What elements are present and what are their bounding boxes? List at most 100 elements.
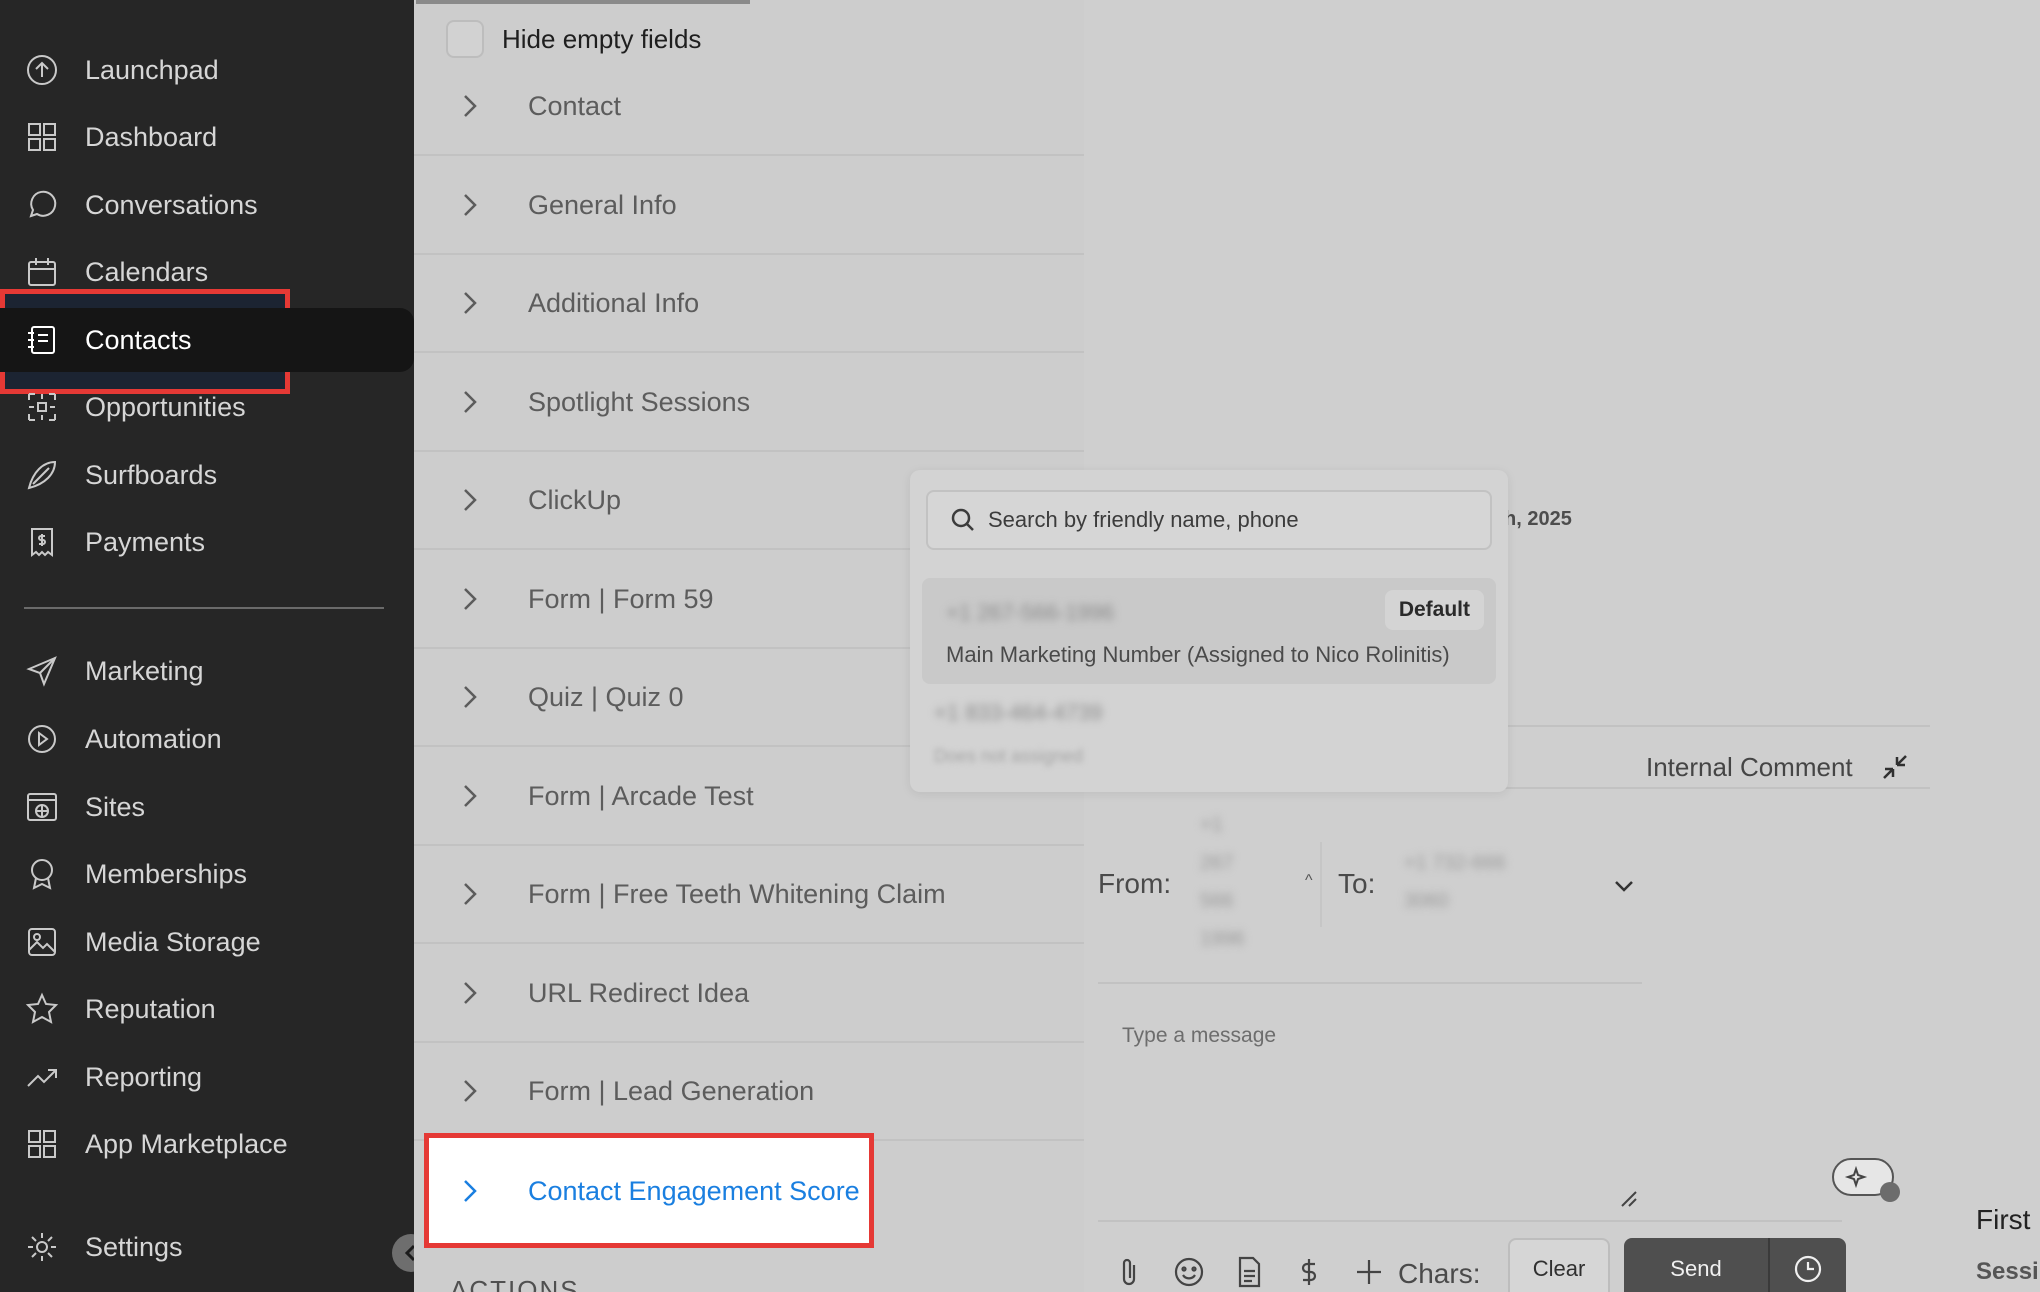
sidebar-item-sites[interactable]: Sites: [0, 775, 414, 839]
option-description: Main Marketing Number (Assigned to Nico …: [946, 642, 1450, 667]
chevron-down-icon[interactable]: [1610, 872, 1638, 900]
sidebar-item-label: Media Storage: [85, 926, 261, 957]
internal-comment-tab[interactable]: Internal Comment: [1646, 752, 1853, 783]
chevron-right-icon: [454, 91, 484, 121]
hide-empty-fields-toggle[interactable]: Hide empty fields: [446, 20, 701, 58]
attachment-icon[interactable]: [1112, 1255, 1146, 1289]
chevron-right-icon: [454, 879, 484, 909]
section-additional-info[interactable]: Additional Info: [414, 255, 1084, 353]
sidebar-item-opportunities[interactable]: Opportunities: [0, 375, 414, 439]
sidebar-item-settings[interactable]: Settings: [0, 1215, 414, 1279]
to-number[interactable]: 3060: [1404, 890, 1449, 913]
sidebar-item-label: Reporting: [85, 1061, 203, 1092]
dollar-icon[interactable]: [1292, 1255, 1326, 1289]
chevron-right-icon: [454, 288, 484, 318]
section-label: Form | Form 59: [528, 583, 714, 614]
section-label: Form | Free Teeth Whitening Claim: [528, 878, 946, 909]
hide-empty-checkbox[interactable]: [446, 20, 484, 58]
hide-empty-label: Hide empty fields: [502, 23, 702, 54]
sidebar-item-label: Conversations: [85, 189, 258, 220]
chars-counter: Chars:: [1398, 1258, 1481, 1289]
sidebar-item-label: Surfboards: [85, 459, 218, 490]
from-number[interactable]: 566: [1200, 890, 1233, 913]
chevron-right-icon: [454, 1176, 484, 1206]
chevron-right-icon: [454, 485, 484, 515]
sidebar-item-label: Memberships: [85, 858, 248, 889]
clock-icon: [1794, 1255, 1822, 1283]
from-to-separator: [1320, 842, 1322, 927]
sidebar-item-label: Automation: [85, 723, 222, 754]
gear-icon: [24, 1229, 60, 1265]
number-option-default[interactable]: +1 267-566-1996 Default Main Marketing N…: [922, 578, 1496, 684]
sidebar-item-app-marketplace[interactable]: App Marketplace: [0, 1112, 414, 1176]
caret-up-icon[interactable]: ^: [1305, 872, 1313, 890]
sidebar-item-label: Settings: [85, 1231, 183, 1262]
template-icon[interactable]: [1232, 1255, 1266, 1289]
divider: [1098, 1220, 1842, 1222]
session-label-fragment: Sessi: [1976, 1258, 2039, 1285]
chevron-right-icon: [454, 190, 484, 220]
sidebar-item-dashboard[interactable]: Dashboard: [0, 105, 414, 169]
image-icon: [24, 924, 60, 960]
sidebar-item-label: Opportunities: [85, 391, 246, 422]
section-lead-generation[interactable]: Form | Lead Generation: [414, 1043, 1084, 1141]
divider: [1098, 982, 1642, 984]
sidebar-item-reputation[interactable]: Reputation: [0, 977, 414, 1041]
sidebar-item-conversations[interactable]: Conversations: [0, 173, 414, 237]
from-number[interactable]: 267: [1200, 852, 1233, 875]
paper-plane-icon: [24, 653, 60, 689]
sidebar-item-label: Calendars: [85, 256, 209, 287]
section-label: Form | Arcade Test: [528, 780, 754, 811]
sidebar-item-label: Dashboard: [85, 121, 218, 152]
number-search-input[interactable]: Search by friendly name, phone: [926, 490, 1492, 550]
from-label: From:: [1098, 868, 1172, 899]
section-contact-engagement-score[interactable]: Contact Engagement Score: [414, 1142, 874, 1240]
section-label: Form | Lead Generation: [528, 1075, 815, 1106]
message-input[interactable]: Type a message: [1122, 1024, 1276, 1048]
badge-award-icon: [24, 856, 60, 892]
option-number: +1 833-464-4739: [934, 700, 1103, 725]
chevron-right-icon: [454, 978, 484, 1008]
date-fragment: h, 2025: [1504, 508, 1572, 530]
schedule-send-button[interactable]: [1768, 1238, 1846, 1292]
first-label-fragment: First: [1976, 1204, 2031, 1235]
sidebar-item-reporting[interactable]: Reporting: [0, 1045, 414, 1109]
sidebar-item-surfboards[interactable]: Surfboards: [0, 443, 414, 507]
chevron-right-icon: [454, 584, 484, 614]
section-free-teeth-whitening[interactable]: Form | Free Teeth Whitening Claim: [414, 846, 1084, 944]
sidebar-item-automation[interactable]: Automation: [0, 707, 414, 771]
from-number[interactable]: +1: [1200, 814, 1223, 837]
section-label: URL Redirect Idea: [528, 977, 750, 1008]
plus-icon[interactable]: [1352, 1255, 1386, 1289]
receipt-dollar-icon: [24, 524, 60, 560]
sidebar-item-calendars[interactable]: Calendars: [0, 240, 414, 304]
sidebar-item-memberships[interactable]: Memberships: [0, 842, 414, 906]
send-button[interactable]: Send: [1624, 1238, 1768, 1292]
section-url-redirect-idea[interactable]: URL Redirect Idea: [414, 945, 1084, 1043]
sidebar-item-marketing[interactable]: Marketing: [0, 639, 414, 703]
sidebar-item-label: Payments: [85, 526, 206, 557]
ai-assist-toggle[interactable]: [1832, 1158, 1900, 1202]
sidebar-item-payments[interactable]: Payments: [0, 510, 414, 574]
section-spotlight-sessions[interactable]: Spotlight Sessions: [414, 354, 1084, 452]
option-number: +1 267-566-1996: [946, 600, 1115, 625]
launchpad-icon: [24, 52, 60, 88]
trend-line-icon: [24, 1059, 60, 1095]
from-number[interactable]: 1996: [1200, 928, 1245, 951]
clear-button[interactable]: Clear: [1508, 1238, 1610, 1292]
globe-window-icon: [24, 789, 60, 825]
section-contact[interactable]: Contact: [414, 58, 1084, 156]
toggle-knob: [1880, 1182, 1900, 1202]
sidebar-item-media-storage[interactable]: Media Storage: [0, 910, 414, 974]
sidebar-item-launchpad[interactable]: Launchpad: [0, 38, 414, 102]
surfboard-icon: [24, 457, 60, 493]
collapse-composer-icon[interactable]: [1880, 752, 1910, 782]
section-general-info[interactable]: General Info: [414, 157, 1084, 255]
resize-handle-icon[interactable]: [1620, 1190, 1638, 1208]
sidebar-item-contacts[interactable]: Contacts: [0, 308, 414, 372]
to-number[interactable]: +1 732-666: [1404, 852, 1506, 875]
section-label: Contact: [528, 90, 622, 121]
sidebar-item-label: Sites: [85, 791, 146, 822]
from-number-dropdown: Search by friendly name, phone +1 267-56…: [910, 470, 1508, 792]
emoji-icon[interactable]: [1172, 1255, 1206, 1289]
